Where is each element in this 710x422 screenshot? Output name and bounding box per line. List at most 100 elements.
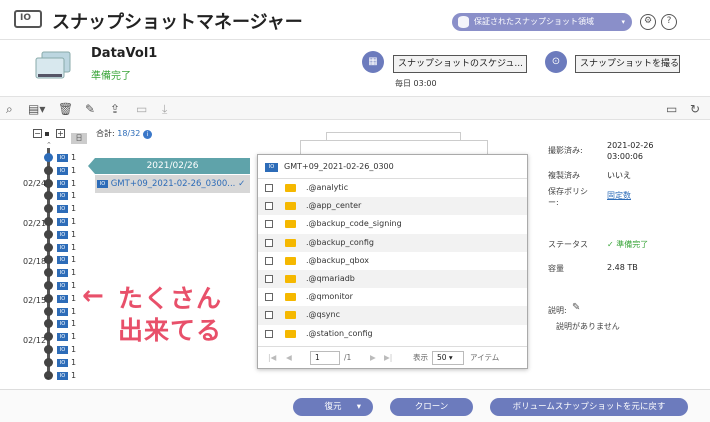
collapse-button[interactable]: − <box>33 129 42 138</box>
camera-icon[interactable]: ⊙ <box>545 51 567 73</box>
restore-button[interactable]: 復元 ▾ <box>293 398 373 416</box>
view-mode-icon[interactable]: ▤▾ <box>28 102 45 116</box>
capacity-label: 容量 <box>548 264 564 273</box>
folder-row[interactable]: .@analytic <box>258 179 527 197</box>
io-icon: IO <box>57 230 68 239</box>
page-input[interactable]: 1 <box>310 351 340 365</box>
revert-volume-button[interactable]: ボリュームスナップショットを元に戻す <box>490 398 688 416</box>
snapshot-item[interactable]: IO GMT+09_2021-02-26_0300... ✓ <box>95 175 250 193</box>
timeline-snapshot-row[interactable]: IO 1 <box>57 319 76 329</box>
timeline-snapshot-row[interactable]: IO 1 <box>57 268 76 278</box>
row-checkbox[interactable] <box>265 184 273 192</box>
folder-row[interactable]: .@qsync <box>258 306 527 325</box>
calendar-icon[interactable]: ▦ <box>362 51 384 73</box>
timeline-snapshot-row[interactable]: IO 1 <box>57 294 76 304</box>
search-icon[interactable]: ⌕ <box>6 102 13 116</box>
folder-icon <box>285 256 296 265</box>
timeline-snapshot-row[interactable]: IO 1 <box>57 281 76 291</box>
timeline-dot[interactable] <box>44 153 53 162</box>
timeline-snapshot-row[interactable]: IO 1 <box>57 204 76 214</box>
info-icon[interactable]: i <box>142 130 152 139</box>
prev-page-icon[interactable]: ◀ <box>286 347 292 369</box>
day-view-badge[interactable]: 日 <box>71 133 87 144</box>
timeline-snapshot-row[interactable]: IO 1 <box>57 307 76 317</box>
timeline-snapshot-row[interactable]: IO 1 <box>57 179 76 189</box>
timeline-dot[interactable] <box>44 345 53 354</box>
retention-link[interactable]: 固定数 <box>607 190 631 201</box>
folder-row[interactable]: .@app_center <box>258 197 527 216</box>
first-page-icon[interactable]: |◀ <box>268 347 276 369</box>
app-title: スナップショットマネージャー <box>52 12 303 33</box>
timeline-row-count: 1 <box>71 307 77 316</box>
timeline-dot[interactable] <box>44 319 53 328</box>
timeline-row-count: 1 <box>71 294 77 303</box>
timeline-snapshot-row[interactable]: IO 1 <box>57 358 76 368</box>
last-page-icon[interactable]: ▶| <box>384 347 392 369</box>
layout-icon[interactable]: ▭ <box>666 102 677 116</box>
row-checkbox[interactable] <box>265 293 273 302</box>
timeline-snapshot-row[interactable]: IO 1 <box>57 243 76 253</box>
timeline-snapshot-row[interactable]: IO 1 <box>57 255 76 265</box>
timeline-snapshot-row[interactable]: IO 1 <box>57 153 76 163</box>
timeline-row-count: 1 <box>71 179 77 188</box>
protected-region-dropdown[interactable]: 保証されたスナップショット領域 ▾ <box>452 13 632 31</box>
folder-row[interactable]: .@backup_qbox <box>258 252 527 270</box>
next-page-icon[interactable]: ▶ <box>370 347 376 369</box>
io-icon: IO <box>57 358 68 367</box>
folder-row[interactable]: .@backup_code_signing <box>258 215 527 233</box>
trash-icon[interactable]: 🗑 <box>58 102 73 116</box>
download-icon[interactable]: ⤓ <box>162 102 167 116</box>
timeline-snapshot-row[interactable]: IO 1 <box>57 230 76 240</box>
clone-button[interactable]: クローン <box>390 398 473 416</box>
scroll-down-icon[interactable]: ⌄ <box>44 372 52 382</box>
folder-row[interactable]: .@qmariadb <box>258 269 527 289</box>
timeline-dot[interactable] <box>44 166 53 175</box>
timeline-snapshot-row[interactable]: IO 1 <box>57 191 76 201</box>
timeline-dot[interactable] <box>44 268 53 277</box>
folder-row[interactable]: .@qmonitor <box>258 288 527 306</box>
title-bar: IO スナップショットマネージャー 保証されたスナップショット領域 ▾ ⚙ ? <box>0 0 710 40</box>
taken-time: 03:00:06 <box>607 152 643 161</box>
timeline-date-label: 02/21 <box>23 219 47 228</box>
timeline-snapshot-row[interactable]: IO 1 <box>57 217 76 227</box>
taken-date: 2021-02-26 <box>607 141 654 150</box>
refresh-icon[interactable]: ↻ <box>690 102 700 116</box>
row-checkbox[interactable] <box>265 202 273 211</box>
edit-icon[interactable]: ✎ <box>85 102 95 116</box>
row-checkbox[interactable] <box>265 311 273 320</box>
snapshot-item-label: GMT+09_2021-02-26_0300... <box>110 179 236 189</box>
folder-row[interactable]: .@backup_config <box>258 233 527 252</box>
io-icon: IO <box>97 179 108 188</box>
timeline-snapshot-row[interactable]: IO 1 <box>57 166 76 176</box>
io-icon: IO <box>57 255 68 264</box>
per-page-value: 50 <box>437 353 447 362</box>
folder-icon <box>285 329 296 338</box>
timeline-dot[interactable] <box>44 358 53 367</box>
timeline-dot[interactable] <box>44 191 53 200</box>
timeline-snapshot-row[interactable]: IO 1 <box>57 345 76 355</box>
file-window-header: IO GMT+09_2021-02-26_0300 <box>258 155 527 179</box>
io-icon: IO <box>57 307 68 316</box>
timeline-snapshot-row[interactable]: IO 1 <box>57 371 76 381</box>
edit-description-icon[interactable]: ✎ <box>572 302 580 313</box>
schedule-button[interactable]: スナップショットのスケジュ... <box>393 55 527 73</box>
row-checkbox[interactable] <box>265 274 273 283</box>
timeline-dot[interactable] <box>44 230 53 239</box>
timeline-dot[interactable] <box>44 281 53 290</box>
row-checkbox[interactable] <box>265 220 273 229</box>
row-checkbox[interactable] <box>265 238 273 247</box>
timeline-dot[interactable] <box>44 307 53 316</box>
folder-row[interactable]: .@station_config <box>258 325 527 343</box>
row-checkbox[interactable] <box>265 256 273 265</box>
folder-open-icon[interactable]: ▭ <box>136 102 147 116</box>
timeline-dot[interactable] <box>44 243 53 252</box>
per-page-select[interactable]: 50 ▾ <box>432 351 464 365</box>
gear-icon[interactable]: ⚙ <box>640 14 656 30</box>
expand-button[interactable]: + <box>56 129 65 138</box>
timeline-snapshot-row[interactable]: IO 1 <box>57 332 76 342</box>
timeline-dot[interactable] <box>44 204 53 213</box>
take-snapshot-button[interactable]: スナップショットを撮る <box>575 55 680 73</box>
question-icon[interactable]: ? <box>661 14 677 30</box>
row-checkbox[interactable] <box>265 329 273 338</box>
share-icon[interactable]: ⇪ <box>110 102 120 116</box>
